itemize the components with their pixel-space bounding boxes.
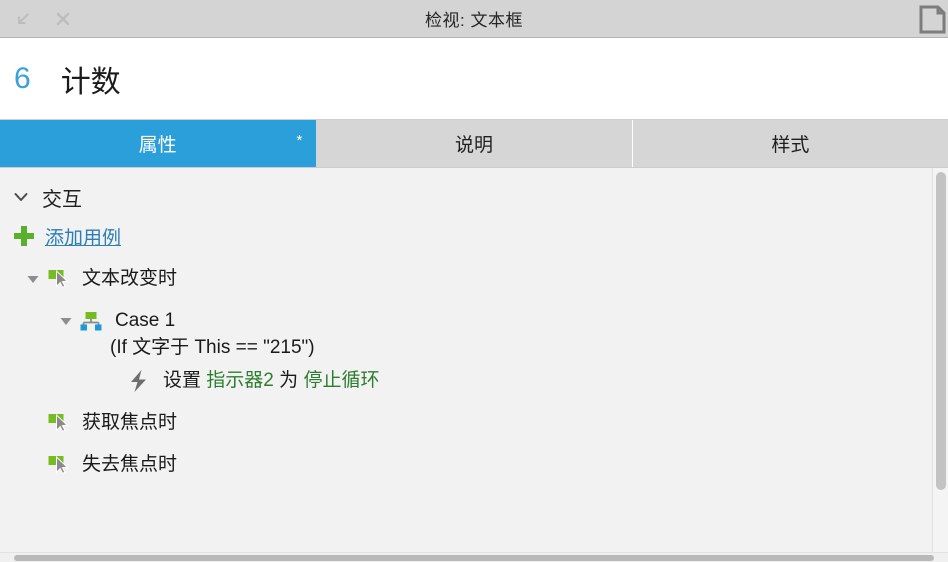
close-icon[interactable]	[54, 10, 72, 28]
title-bar-left-controls	[0, 10, 72, 28]
title-bar: 检视: 文本框	[0, 0, 948, 38]
widget-number: 6	[14, 61, 31, 95]
tab-notes-label: 说明	[454, 135, 493, 156]
action-prefix: 设置	[163, 370, 202, 391]
vertical-scrollbar[interactable]	[932, 168, 948, 552]
add-case-row[interactable]: 添加用例	[0, 210, 932, 250]
window-title: 检视: 文本框	[425, 11, 523, 30]
widget-header: 6 计数	[0, 38, 948, 119]
tab-style[interactable]: 样式	[632, 120, 948, 167]
case-1-condition: (If 文字于 This == "215")	[110, 337, 315, 358]
tree-row-event-lost-focus[interactable]: 失去焦点时	[0, 450, 932, 492]
disclosure-triangle-down-icon[interactable]	[22, 266, 44, 292]
event-got-focus-label: 获取焦点时	[82, 412, 178, 433]
title-bar-right-controls	[918, 0, 948, 37]
plus-icon[interactable]	[14, 226, 34, 246]
tab-notes[interactable]: 说明	[316, 120, 633, 167]
event-lost-focus-label: 失去焦点时	[82, 454, 178, 475]
dock-down-left-icon[interactable]	[14, 10, 32, 28]
inspector-window: 检视: 文本框 6 计数 属性 * 说明 样式 交互 添加用例 文本改变时 Ca…	[0, 0, 948, 562]
tree-row-action-set-panel[interactable]: 设置 指示器2 为 停止循环	[0, 366, 932, 408]
tab-properties-label: 属性	[138, 135, 177, 156]
tab-properties[interactable]: 属性 *	[0, 120, 317, 167]
content-area: 交互 添加用例 文本改变时 Case 1 (If 文字于 This == "21…	[0, 167, 948, 552]
tree-row-event-text-changed[interactable]: 文本改变时	[0, 264, 932, 306]
event-cursor-icon	[44, 452, 72, 478]
disclosure-triangle-down-icon[interactable]	[55, 308, 77, 334]
chevron-down-icon[interactable]	[12, 188, 30, 206]
interactions-section-header[interactable]: 交互	[0, 168, 932, 211]
interactions-section-title: 交互	[42, 188, 82, 211]
tab-bar: 属性 * 说明 样式	[0, 119, 948, 167]
widget-name[interactable]: 计数	[61, 57, 121, 101]
add-case-link[interactable]: 添加用例	[45, 223, 121, 250]
tab-properties-modified-marker: *	[296, 132, 303, 149]
event-text-changed-label: 文本改变时	[82, 268, 178, 289]
case-hierarchy-icon	[77, 308, 105, 334]
tree-row-event-got-focus[interactable]: 获取焦点时	[0, 408, 932, 450]
event-cursor-icon	[44, 266, 72, 292]
document-icon[interactable]	[918, 0, 948, 38]
horizontal-scrollbar-thumb[interactable]	[14, 555, 934, 561]
vertical-scrollbar-thumb[interactable]	[936, 172, 946, 490]
action-target: 指示器2	[206, 370, 274, 391]
action-joiner: 为	[279, 370, 299, 391]
interaction-tree: 文本改变时 Case 1 (If 文字于 This == "215") 设置 指…	[0, 250, 932, 492]
horizontal-scrollbar[interactable]	[0, 552, 948, 562]
lightning-bolt-icon	[125, 368, 153, 394]
event-cursor-icon	[44, 410, 72, 436]
tree-row-case-condition: (If 文字于 This == "215")	[0, 334, 932, 366]
action-value: 停止循环	[303, 370, 380, 391]
action-description: 设置 指示器2 为 停止循环	[153, 368, 379, 394]
tab-style-label: 样式	[771, 135, 810, 156]
case-1-label: Case 1	[115, 310, 176, 331]
interactions-panel: 交互 添加用例 文本改变时 Case 1 (If 文字于 This == "21…	[0, 168, 932, 552]
